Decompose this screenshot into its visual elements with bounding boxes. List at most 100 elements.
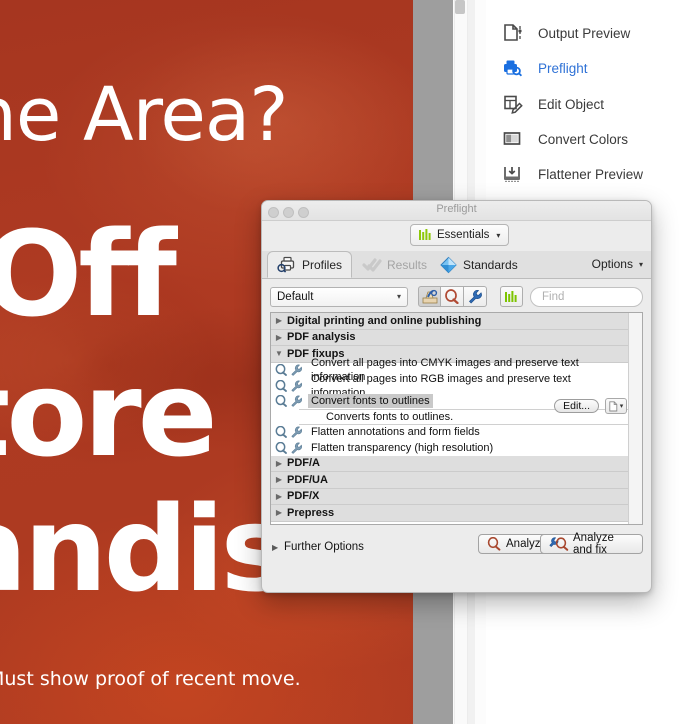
chevron-down-icon: ▾ [396, 292, 401, 301]
poster-line-andise: andis [0, 480, 291, 618]
row-icons [275, 379, 303, 392]
dialog-body: Default ▾ Find ▶ Digital printing and on… [262, 279, 651, 585]
dialog-title: Preflight [436, 203, 477, 215]
disclosure-triangle-icon[interactable]: ▶ [271, 508, 287, 517]
list-item[interactable]: Convert all pages into RGB images and pr… [271, 373, 629, 399]
tab-results[interactable]: Results [353, 251, 436, 278]
disclosure-triangle-icon[interactable]: ▶ [272, 543, 284, 552]
options-menu-button[interactable]: Options ▾ [592, 257, 643, 271]
further-options-label: Further Options [284, 541, 364, 553]
wrench-icon [291, 426, 302, 439]
tab-label: Results [387, 257, 428, 272]
list-group-label: PDF/UA [287, 473, 328, 486]
description-label: Converts fonts to outlines. [326, 410, 454, 423]
green-bars-icon [419, 229, 432, 241]
chevron-down-icon: ▾ [496, 230, 501, 240]
poster-fine-print: Must show proof of recent move. [0, 668, 301, 690]
wrench-icon [291, 395, 302, 408]
magnifier-icon [275, 426, 287, 439]
disclosure-triangle-icon[interactable]: ▼ [271, 349, 287, 358]
dialog-titlebar[interactable]: Preflight [262, 201, 651, 221]
tab-label: Profiles [302, 257, 343, 272]
essentials-dropdown-button[interactable]: Essentials ▾ [410, 224, 510, 246]
list-group-row[interactable]: ▶ Prepress [271, 505, 629, 522]
preflight-icon [498, 55, 528, 81]
profile-select[interactable]: Default ▾ [270, 286, 408, 307]
list-item[interactable]: Flatten annotations and form fields [271, 424, 629, 440]
row-icons [275, 441, 303, 454]
hand-pick-icon-button[interactable] [418, 286, 441, 307]
disclosure-triangle-icon[interactable]: ▶ [271, 316, 287, 325]
tab-profiles[interactable]: Profiles [267, 251, 353, 278]
poster-line-store: tore [0, 345, 218, 483]
edit-object-icon [498, 91, 528, 117]
sidebar-item-label: Preflight [538, 60, 588, 76]
list-item[interactable]: Flatten transparency (high resolution) [271, 440, 629, 456]
flattener-preview-icon [498, 161, 528, 187]
row-icons [275, 364, 303, 377]
find-input[interactable]: Find [530, 286, 643, 307]
disclosure-triangle-icon[interactable]: ▶ [271, 492, 287, 501]
output-preview-icon [498, 20, 528, 46]
profile-toolbar: Default ▾ Find [270, 286, 643, 307]
profile-select-value: Default [277, 290, 314, 303]
dialog-tabbar: Profiles Results Standards Options ▾ [262, 251, 651, 279]
magnifier-icon-button[interactable] [441, 286, 464, 307]
magnifier-icon [275, 441, 287, 454]
row-icons [275, 395, 303, 408]
disclosure-triangle-icon[interactable]: ▶ [271, 333, 287, 342]
sidebar-item-output-preview[interactable]: Output Preview [498, 16, 630, 50]
list-item-label: Flatten transparency (high resolution) [311, 441, 494, 454]
list-group-label: Prepress [287, 506, 335, 519]
toolbar-button-group [418, 286, 487, 307]
edit-button-label: Edit... [563, 400, 590, 412]
list-group-row[interactable]: ▶ PDF/A [271, 455, 629, 472]
wrench-icon-button[interactable] [464, 286, 487, 307]
list-group-row[interactable]: ▶ PDF/X [271, 488, 629, 505]
row-icons [275, 426, 303, 439]
list-group-row[interactable]: ▶ PDF analysis [271, 329, 629, 346]
list-group-row[interactable]: ▶ Digital printing and online publishing [271, 313, 629, 330]
list-group-label: Digital printing and online publishing [287, 314, 482, 327]
disclosure-triangle-icon[interactable]: ▶ [271, 459, 287, 468]
wrench-icon [291, 380, 302, 392]
magnifier-icon [445, 289, 459, 304]
row-action-dropdown[interactable]: ▾ [605, 398, 627, 414]
essentials-label: Essentials [437, 229, 490, 241]
report-chart-button[interactable] [500, 286, 523, 307]
list-group-label: PDF analysis [287, 331, 356, 344]
preflight-dialog[interactable]: Preflight Essentials ▾ Profiles Results … [261, 200, 652, 593]
sidebar-item-preflight[interactable]: Preflight [498, 51, 588, 85]
list-item-label: Convert fonts to outlines [308, 394, 433, 409]
magnifier-icon [275, 395, 287, 408]
convert-colors-icon [498, 126, 528, 152]
canvas-scrollbar-thumb[interactable] [455, 0, 465, 14]
list-group-row[interactable]: ▶ PDF/UA [271, 472, 629, 489]
list-item-label: Flatten annotations and form fields [311, 426, 480, 439]
poster-headline: ne Area? [0, 72, 289, 158]
poster-line-off: Off [0, 205, 177, 343]
wrench-icon [291, 364, 302, 377]
wrench-magnifier-icon [549, 537, 569, 551]
list-vertical-scrollbar[interactable] [628, 313, 642, 524]
profiles-printer-icon [277, 256, 297, 274]
sidebar-item-edit-object[interactable]: Edit Object [498, 87, 604, 121]
analyze-and-fix-button[interactable]: Analyze and fix [540, 532, 643, 556]
sidebar-item-convert-colors[interactable]: Convert Colors [498, 122, 628, 156]
sidebar-item-flattener-preview[interactable]: Flattener Preview [498, 157, 643, 191]
list-group-label: PDF/X [287, 490, 320, 503]
analyze-and-fix-label: Analyze and fix [573, 532, 614, 556]
options-label: Options [591, 257, 633, 271]
further-options-toggle[interactable]: ▶ Further Options [272, 541, 364, 553]
tab-label: Standards [463, 257, 518, 272]
page-icon [609, 400, 617, 411]
disclosure-triangle-icon[interactable]: ▶ [271, 475, 287, 484]
sidebar-item-label: Edit Object [538, 96, 605, 112]
chevron-down-icon: ▾ [619, 403, 624, 410]
edit-button[interactable]: Edit... [554, 399, 599, 413]
profile-list[interactable]: ▶ Digital printing and online publishing… [270, 312, 643, 525]
wrench-icon [468, 290, 482, 304]
profile-list-rows: ▶ Digital printing and online publishing… [271, 313, 629, 524]
tab-standards[interactable]: Standards [430, 251, 527, 278]
sidebar-item-label: Flattener Preview [538, 166, 644, 182]
